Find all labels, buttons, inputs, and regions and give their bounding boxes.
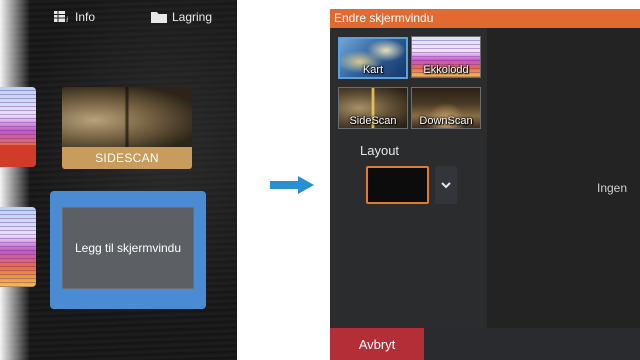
app-tile-label: Kart [362,64,384,76]
sidescan-caption: SIDESCAN [62,147,192,169]
layout-label: Layout [360,143,400,158]
empty-preview-text: Ingen [597,181,628,195]
info-button[interactable]: i Info [54,10,95,24]
sonar-pane-thumb-partial[interactable] [0,207,36,287]
edit-window-dialog: Endre skjermvindu Ingen Kart Ekkolodd Si… [330,9,640,360]
svg-text:i: i [66,15,68,24]
app-tile-label: SideScan [349,115,397,127]
edge-fade [0,0,30,360]
info-label: Info [75,10,96,24]
info-grid-icon: i [54,10,70,24]
app-tile-label: DownScan [419,115,473,127]
storage-button[interactable]: Lagring [151,10,212,24]
storage-label: Lagring [172,10,213,24]
sonar-tile-caption-strip [0,145,36,167]
dialog-title: Endre skjermvindu [334,11,434,25]
sonar-app-tile-partial[interactable] [0,87,36,167]
chevron-down-icon [441,176,451,194]
home-screen: i Info Lagring SIDESCAN Legg til skjermv… [0,0,237,360]
layout-dropdown-button[interactable] [435,166,457,204]
app-tile-sidescan[interactable]: SideScan [338,87,408,129]
app-tile-ekkolodd[interactable]: Ekkolodd [411,36,481,78]
transition-arrow-icon [270,176,314,199]
app-tile-downscan[interactable]: DownScan [411,87,481,129]
sidescan-thumbnail [62,87,192,147]
layout-option-single[interactable] [366,166,429,204]
preview-area: Ingen [487,28,640,328]
app-tile-kart[interactable]: Kart [338,37,408,79]
folder-icon [151,11,167,23]
app-tile-label: Ekkolodd [423,64,469,76]
dialog-title-bar: Endre skjermvindu [330,9,640,28]
cancel-button[interactable]: Avbryt [330,328,424,360]
sidescan-app-tile[interactable]: SIDESCAN [62,87,192,169]
add-window-button[interactable]: Legg til skjermvindu [62,207,194,289]
